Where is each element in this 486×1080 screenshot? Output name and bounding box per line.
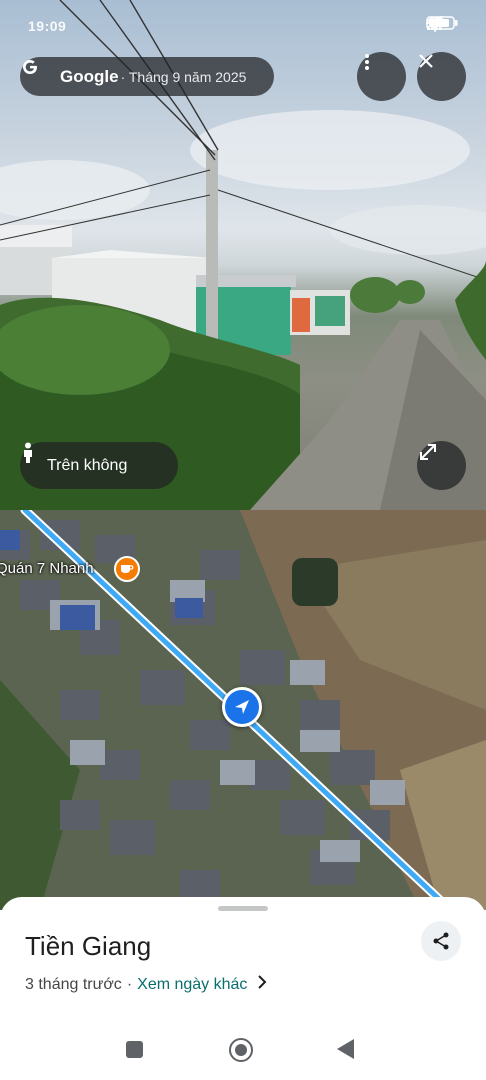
imagery-meta: 3 tháng trước · Xem ngày khác [25,975,267,994]
imagery-info-chip[interactable]: Google · Tháng 9 năm 2025 [20,57,274,96]
place-title: Tiền Giang [25,931,152,961]
fullscreen-button[interactable] [417,441,466,490]
place-info-sheet[interactable]: Tiền Giang 3 tháng trước · Xem ngày khác [0,897,486,1080]
status-bar: 19:09 [0,0,486,52]
expand-icon [420,444,436,460]
more-options-button[interactable] [357,52,406,101]
brand-label: Google [60,66,119,86]
street-view-panorama[interactable]: 19:09 Google · Tháng 9 năm 2025 Trên khô… [0,0,486,510]
share-button[interactable] [421,921,461,961]
capture-date: · Tháng 9 năm 2025 [120,68,247,85]
home-icon[interactable] [229,1038,253,1062]
time-ago: 3 tháng trước [25,975,122,993]
chevron-right-icon[interactable] [257,975,267,994]
other-dates-link[interactable]: Xem ngày khác [137,976,247,994]
close-button[interactable] [417,52,466,101]
aerial-view-button[interactable]: Trên không [20,442,178,489]
google-logo-icon [23,60,54,89]
location-marker [222,687,262,727]
separator: · [126,975,133,993]
poi-label[interactable]: Quán 7 Nhanh [0,560,94,577]
share-icon [433,932,449,950]
close-icon [419,54,433,68]
cafe-icon[interactable] [114,556,140,582]
recents-icon[interactable] [126,1041,143,1058]
status-time: 19:09 [28,18,67,34]
back-icon[interactable] [337,1039,354,1059]
navigation-arrow-icon [235,700,249,714]
aerial-view-label: Trên không [47,456,128,474]
more-vertical-icon [365,54,369,70]
system-nav-bar [0,1020,486,1080]
drag-handle[interactable] [218,906,268,911]
